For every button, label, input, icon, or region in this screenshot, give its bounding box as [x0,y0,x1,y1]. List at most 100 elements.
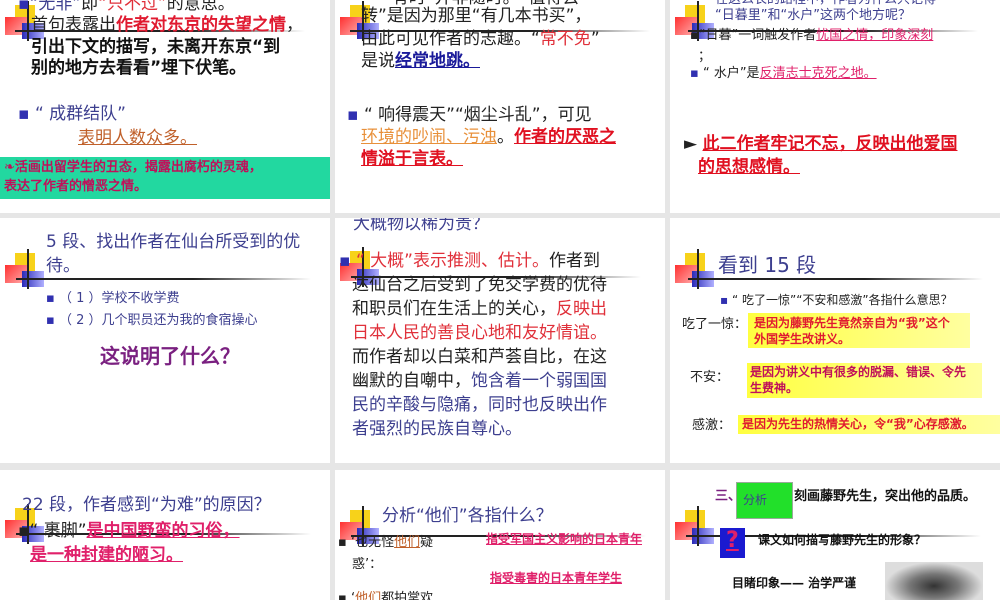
analysis-pen-icon: 分析 [736,482,793,519]
text-line: ▪ “ 吃了一惊”“不安和感激”各指什么意思？ [720,293,953,307]
text-segment: 分析 [743,493,768,507]
text-segment: 感激： [692,418,732,433]
text-segment: “ 成群结队” [34,104,126,124]
text-line: 这说明了什么？ [100,344,240,368]
text-line: 的思想感情。 [698,157,800,177]
text-segment: 这说明了什么？ [100,344,240,368]
text-line: ▪ “ 响得震天”“烟尘斗乱”，可见 [347,105,592,125]
text-line: 感激： [692,418,731,434]
slide-thumbnail-3[interactable]: 在这么长的路程中，作者为什么只记得 “日暮里”和“水户”这两个地方呢？ ▪“日暮… [670,0,1000,213]
text-line: ▪ “ 水户”是反清志士克死之地。 [690,66,877,82]
text-segment: ； [698,49,712,64]
text-segment: 者强烈的民族自尊心。 [352,419,522,439]
text-line: 和职员们在生活上的关心，反映出 [352,299,607,319]
slide-thumbnail-1[interactable]: ▪“无非”即“只不过”的意思。 首句表露出作者对东京的失望之情， 引出下文的描写… [0,0,330,213]
text-line: 首句表露出作者对东京的失望之情， [31,15,303,35]
text-segment: ▪ [720,293,732,307]
text-segment: 民的辛酸与隐痛，同时也反映出作 [352,395,607,415]
text-segment: 是因为讲义中有很多的脱漏、错误、令先 [750,365,967,379]
text-segment: 都拍掌欢 [381,591,434,600]
text-line: ▪“ 裹脚”是中国野蛮的习俗， [18,521,240,541]
text-segment: 吃了一惊： [682,317,748,332]
text-line: 大概物以稀为贵？ [353,218,489,234]
text-segment: 是因为先生的热情关心，令“我”心存感激。 [742,417,974,431]
text-line: 情溢于言表。 [361,149,463,169]
text-segment: 刻画藤野先生，突出他的品质。 [794,489,977,504]
text-segment: 5 段、找出作者在仙台所受到的优 [46,232,301,252]
text-line: 是说经常地跳。 [361,51,480,71]
text-segment: 是一种封建的陋习。 [30,545,183,565]
slide-title: 5 段、找出作者在仙台所受到的优 [46,232,300,252]
text-segment: “无非” [29,0,82,14]
text-segment: “ 水户”是 [702,66,760,81]
slide-thumbnail-6[interactable]: 看到 15 段 ▪ “ 吃了一惊”“不安和感激”各指什么意思？ 吃了一惊： 是因… [670,218,1000,463]
text-segment: 是因为藤野先生竟然亲自为“我”这个 [754,316,950,330]
text-segment: （ 2 ）几个职员还为我的食宿操心 [58,313,258,328]
text-segment: 而作者却以白菜和芦荟自比，在这 [352,347,607,367]
text-segment: 作者对东京的失望之情 [116,15,286,35]
text-line: 转”是因为那里“有几本书买”， [361,6,591,26]
text-line: 是因为先生的热情关心，令“我”心存感激。 [742,417,974,431]
text-segment: 看到 15 段 [718,253,817,277]
text-line: 别的地方去看看”埋下伏笔。 [31,58,246,78]
text-line: ▪“日暮”一词触发作者忧国之情，印象深刻 [690,28,933,44]
text-segment: 的意思。 [166,0,235,14]
text-segment: ❧活画出留学生的丑态，揭露出腐朽的灵魂， [4,160,262,175]
text-segment: ， [286,15,303,35]
text-segment: 待。 [46,256,80,276]
slide-logo-icon [675,506,715,550]
text-segment: “ 大概”表示推测、估计。 [355,251,549,271]
slide-title: 待。 [46,256,80,276]
text-line: 指受军国主义影响的日本青年 [486,532,642,546]
slide-thumbnail-9[interactable]: 三、 分析 刻画藤野先生，突出他的品质。 ? 课文如何描写藤野先生的形象？ 目睹… [670,470,1000,600]
text-line: ▪“无非”即“只不过”的意思。 [18,0,235,14]
text-segment: 他们 [394,535,421,550]
text-segment: “ 吃了一惊”“不安和感激”各指什么意思？ [731,293,953,307]
text-segment: 指受毒害的日本青年学生 [490,571,623,585]
text-segment: 外国学生改讲义。 [754,332,851,346]
text-segment: 表达了作者的憎恶之情。 [4,179,148,194]
text-segment: ▪ [347,105,364,125]
text-segment: 情溢于言表。 [361,149,463,169]
text-segment: ▪“ 裹脚” [18,521,87,541]
slide-thumbnail-7[interactable]: 22 段，作者感到“为难”的原因？ ▪“ 裹脚”是中国野蛮的习俗， 是一种封建的… [0,470,330,600]
text-line: ▪ “ 成群结队” [18,104,126,124]
text-segment: ▪ [46,313,59,328]
text-segment: 幽默的自嘲中， [352,371,471,391]
text-line: “日暮里”和“水户”这两个地方呢？ [715,8,911,24]
text-segment: 此二作者牢记不忘，反映出他爱国 [702,134,958,154]
text-line: 是一种封建的陋习。 [30,545,183,565]
text-segment: （ 1 ）学校不收学费 [58,291,180,306]
text-segment: 是说 [361,51,395,71]
text-line: ▪ ‘也无怪他们疑 [338,535,433,551]
text-segment: “只不过” [98,0,167,14]
text-line: 惑’： [352,557,382,573]
text-segment: 忧国之情，印象深刻 [816,28,934,43]
text-segment: 引出下文的描写，未离开东京“到 [31,37,281,57]
text-segment: ▪ [18,0,30,14]
text-line: 民的辛酸与隐痛，同时也反映出作 [352,395,607,415]
text-segment: 常不免 [539,29,591,49]
text-segment: 和职员们在生活上的关心， [352,299,556,319]
text-segment: 是中国野蛮的习俗， [86,521,240,541]
text-line: 达仙台之后受到了免交学费的优待 [352,275,607,295]
text-segment: 作者到 [548,251,600,271]
slide-thumbnail-4[interactable]: 5 段、找出作者在仙台所受到的优 待。 ▪ （ 1 ）学校不收学费 ▪ （ 2 … [0,218,330,463]
text-line: 者强烈的民族自尊心。 [352,419,522,439]
text-line: ▪ （ 1 ）学校不收学费 [46,291,180,307]
text-line: ▪ “ 大概”表示推测、估计。作者到 [339,251,600,271]
slide-title: 分析“他们”各指什么？ [382,506,553,526]
analysis-label: 分析 [743,493,767,507]
slide-thumbnail-2[interactable]: “有时”并非随时。“值得去 转”是因为那里“有几本书买”， 由此可见作者的志趣。… [335,0,665,213]
text-line: 日本人民的善良心地和友好情谊。 [352,323,607,343]
slide-title: 22 段，作者感到“为难”的原因？ [22,495,271,515]
text-line: 在这么长的路程中，作者为什么只记得 [715,0,936,8]
text-segment: ? [726,528,739,553]
text-line: 幽默的自嘲中，饱含着一个弱国国 [352,371,607,391]
text-line: 是因为藤野先生竟然亲自为“我”这个 [754,316,950,330]
slide-thumbnail-8[interactable]: 分析“他们”各指什么？ ▪ ‘也无怪他们疑 惑’： 指受军国主义影响的日本青年 … [335,470,665,600]
fujino-portrait-photo [885,562,983,600]
text-segment: ▪ [18,104,35,124]
slide-thumbnail-5[interactable]: 大概物以稀为贵？ ▪ “ 大概”表示推测、估计。作者到 达仙台之后受到了免交学费… [335,218,665,463]
text-line: 课文如何描写藤野先生的形象？ [758,533,926,547]
